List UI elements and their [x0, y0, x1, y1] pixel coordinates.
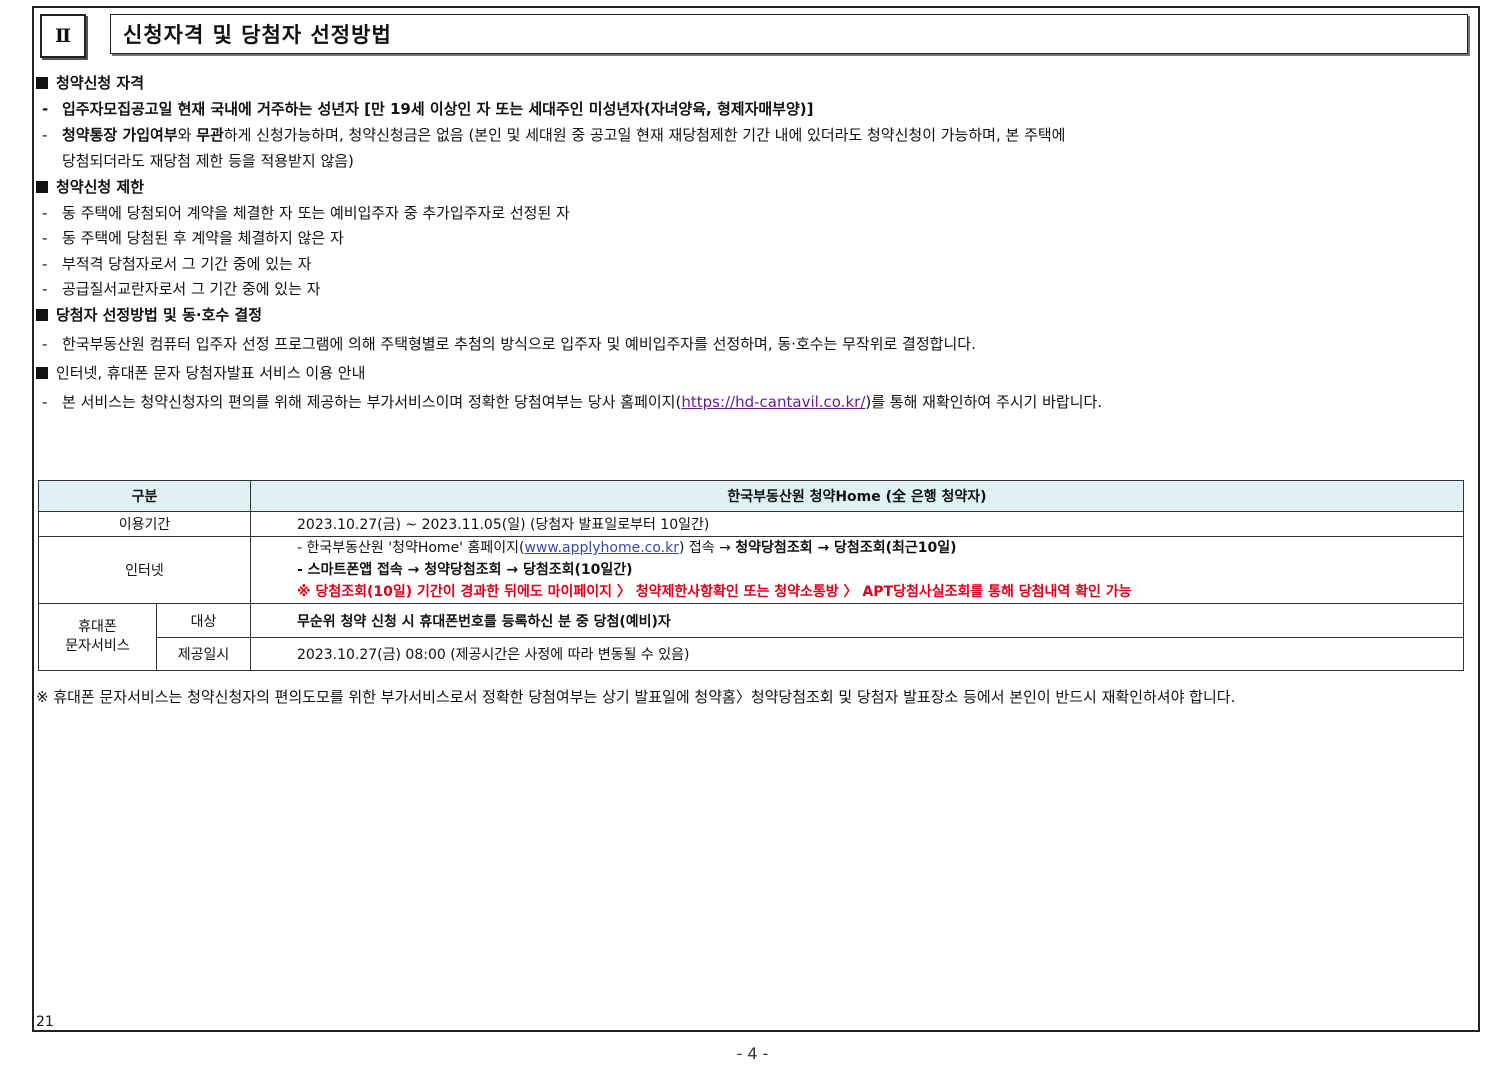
service-text-post: )를 통해 재확인하여 주시기 바랍니다.: [865, 393, 1103, 411]
period-value: 2023.10.27(금) ~ 2023.11.05(일) (당첨자 발표일로부…: [250, 511, 1464, 537]
eligibility-bold-1: 청약통장 가입여부: [62, 126, 178, 144]
selection-heading: 당첨자 선정방법 및 동·호수 결정: [36, 304, 262, 325]
target-label: 대상: [156, 603, 251, 638]
selection-line: - 한국부동산원 컴퓨터 입주자 선정 프로그램에 의해 주택형별로 추첨의 방식…: [42, 335, 976, 353]
internet-line-1-mid: ) 접속 →: [678, 540, 736, 556]
internet-line-2: - 스마트폰앱 접속 → 청약당첨조회 → 당첨조회(10일간): [297, 562, 633, 578]
eligibility-line-3: 당첨되더라도 재당첨 제한 등을 적용받지 않음): [62, 152, 354, 170]
section-title: 신청자격 및 당첨자 선정방법: [110, 14, 1468, 54]
target-value: 무순위 청약 신청 시 휴대폰번호를 등록하신 분 중 당첨(예비)자: [250, 603, 1464, 638]
restriction-item-text: 공급질서교란자로서 그 기간 중에 있는 자: [62, 280, 321, 298]
service-heading: 인터넷, 휴대폰 문자 당첨자발표 서비스 이용 안내: [36, 362, 365, 383]
restriction-heading: 청약신청 제한: [36, 176, 144, 197]
eligibility-heading: 청약신청 자격: [36, 72, 144, 93]
restriction-item: - 공급질서교란자로서 그 기간 중에 있는 자: [42, 280, 321, 298]
provide-value: 2023.10.27(금) 08:00 (제공시간은 사정에 따라 변동될 수 …: [250, 637, 1464, 671]
internet-line-1-bold: 청약당첨조회 → 당첨조회(최근10일): [735, 540, 957, 556]
square-bullet-icon: [36, 367, 48, 379]
section-header: Ⅱ 신청자격 및 당첨자 선정방법: [40, 14, 1470, 58]
restriction-item-text: 동 주택에 당첨되어 계약을 체결한 자 또는 예비입주자 중 추가입주자로 선…: [62, 204, 570, 222]
mobile-label: 휴대폰 문자서비스: [38, 603, 157, 671]
eligibility-line-1: - 입주자모집공고일 현재 국내에 거주하는 성년자 [만 19세 이상인 자 또…: [42, 100, 814, 118]
homepage-link[interactable]: https://hd-cantavil.co.kr/: [681, 393, 865, 411]
restriction-title: 청약신청 제한: [56, 178, 145, 196]
internet-line-1-pre: - 한국부동산원 '청약Home' 홈페이지(: [297, 540, 525, 556]
eligibility-bold-2: 무관: [196, 126, 224, 144]
page-number: - 4 -: [736, 1044, 769, 1063]
square-bullet-icon: [36, 77, 48, 89]
provide-label: 제공일시: [156, 637, 251, 671]
table-header-provider: 한국부동산원 청약Home (全 은행 청약자): [250, 480, 1464, 512]
service-text-pre: 본 서비스는 청약신청자의 편의를 위해 제공하는 부가서비스이며 정확한 당첨…: [62, 393, 682, 411]
table-row: 제공일시 2023.10.27(금) 08:00 (제공시간은 사정에 따라 변…: [39, 637, 1464, 671]
eligibility-line-1-text: 입주자모집공고일 현재 국내에 거주하는 성년자 [만 19세 이상인 자 또는…: [62, 100, 814, 118]
table-header-category: 구분: [38, 480, 251, 512]
service-table: 구분 한국부동산원 청약Home (全 은행 청약자) 이용기간 2023.10…: [38, 480, 1464, 671]
footnote: ※ 휴대폰 문자서비스는 청약신청자의 편의도모를 위한 부가서비스로서 정확한…: [36, 688, 1236, 706]
table-row: 휴대폰 문자서비스 대상 무순위 청약 신청 시 휴대폰번호를 등록하신 분 중…: [38, 603, 1464, 671]
internet-label: 인터넷: [38, 536, 251, 604]
eligibility-title: 청약신청 자격: [56, 74, 145, 92]
restriction-item: -동 주택에 당첨되어 계약을 체결한 자 또는 예비입주자 중 추가입주자로 …: [42, 204, 570, 222]
eligibility-text-1: 와: [177, 126, 197, 144]
document-frame: Ⅱ 신청자격 및 당첨자 선정방법 청약신청 자격 - 입주자모집공고일 현재 국…: [32, 6, 1480, 1032]
page-code: 21: [36, 1014, 54, 1030]
service-title: 인터넷, 휴대폰 문자 당첨자발표 서비스 이용 안내: [56, 364, 366, 382]
table-header-row: 구분 한국부동산원 청약Home (全 은행 청약자): [38, 480, 1464, 512]
section-number: Ⅱ: [40, 14, 86, 58]
eligibility-line-2: - 청약통장 가입여부와 무관하게 신청가능하며, 청약신청금은 없음 (본인 및…: [42, 126, 1066, 144]
applyhome-link[interactable]: www.applyhome.co.kr: [524, 540, 679, 556]
eligibility-text-2: 하게 신청가능하며, 청약신청금은 없음 (본인 및 세대원 중 공고일 현재 …: [223, 126, 1066, 144]
table-row: 이용기간 2023.10.27(금) ~ 2023.11.05(일) (당첨자 …: [38, 511, 1464, 537]
restriction-item: - 부적격 당첨자로서 그 기간 중에 있는 자: [42, 255, 312, 273]
selection-title: 당첨자 선정방법 및 동·호수 결정: [56, 306, 262, 324]
square-bullet-icon: [36, 181, 48, 193]
square-bullet-icon: [36, 309, 48, 321]
period-label: 이용기간: [38, 511, 251, 537]
selection-line-text: 한국부동산원 컴퓨터 입주자 선정 프로그램에 의해 주택형별로 추첨의 방식으…: [62, 335, 976, 353]
internet-value: - 한국부동산원 '청약Home' 홈페이지(www.applyhome.co.…: [250, 536, 1464, 604]
restriction-item-text: 부적격 당첨자로서 그 기간 중에 있는 자: [62, 255, 312, 273]
restriction-item-text: 동 주택에 당첨된 후 계약을 체결하지 않은 자: [62, 229, 344, 247]
internet-note: ※ 당첨조회(10일) 기간이 경과한 뒤에도 마이페이지 〉 청약제한사항확인…: [297, 584, 1132, 600]
table-row: 인터넷 - 한국부동산원 '청약Home' 홈페이지(www.applyhome…: [38, 536, 1464, 604]
internet-line-1: - 한국부동산원 '청약Home' 홈페이지(www.applyhome.co.…: [297, 537, 1455, 559]
restriction-item: -동 주택에 당첨된 후 계약을 체결하지 않은 자: [42, 229, 344, 247]
service-line: -본 서비스는 청약신청자의 편의를 위해 제공하는 부가서비스이며 정확한 당…: [42, 393, 1103, 411]
